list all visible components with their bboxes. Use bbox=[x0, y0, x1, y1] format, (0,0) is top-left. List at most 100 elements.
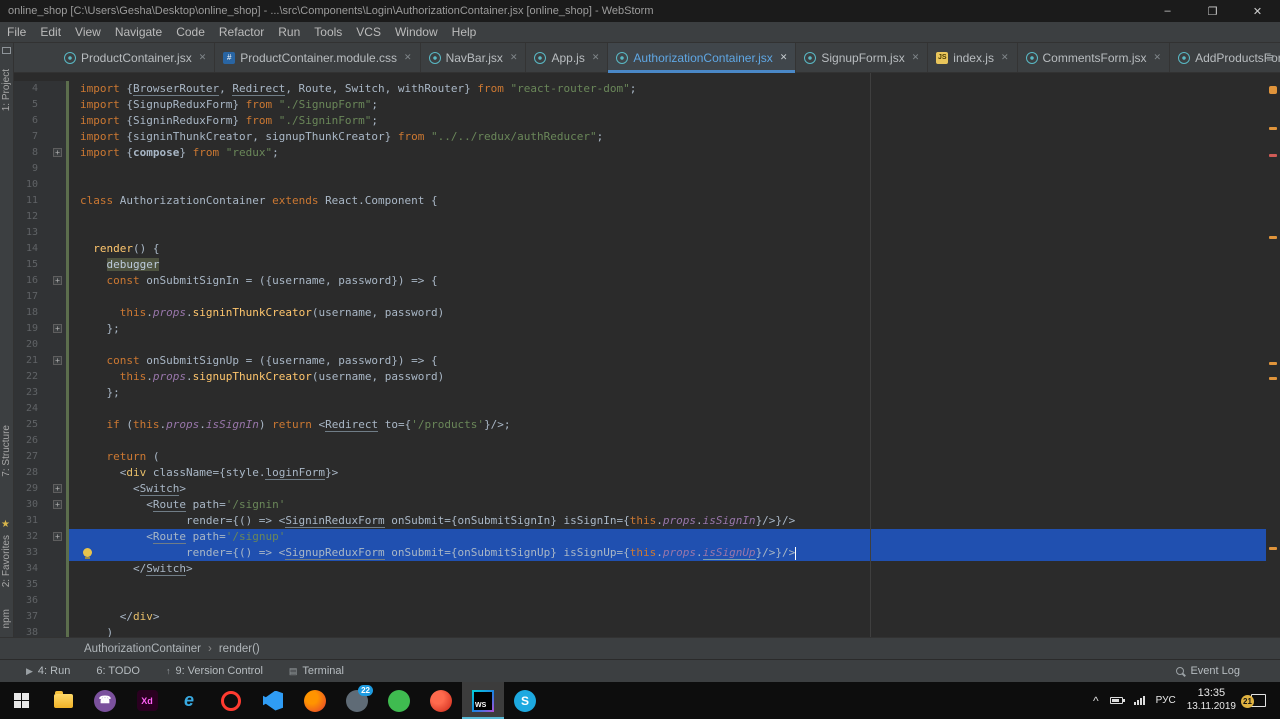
code-line-17[interactable]: 17 bbox=[14, 289, 1280, 305]
tab-close-icon[interactable]: ✕ bbox=[1154, 52, 1162, 63]
code-line-10[interactable]: 10 bbox=[14, 177, 1280, 193]
line-number[interactable]: 12 bbox=[14, 209, 38, 225]
taskbar-skype[interactable]: S bbox=[504, 682, 546, 719]
fold-icon[interactable]: + bbox=[53, 356, 62, 365]
tab-CommentsForm.jsx[interactable]: CommentsForm.jsx ✕ bbox=[1018, 43, 1171, 72]
breadcrumb-method[interactable]: render() bbox=[219, 643, 260, 655]
window-close-button[interactable]: ✕ bbox=[1235, 0, 1280, 22]
line-number[interactable]: 6 bbox=[14, 113, 38, 129]
line-number[interactable]: 26 bbox=[14, 433, 38, 449]
tab-ProductContainer.module.css[interactable]: # ProductContainer.module.css ✕ bbox=[215, 43, 421, 72]
more-tabs-icon[interactable]: ≡ bbox=[1266, 50, 1274, 65]
toolwindow-button-run[interactable]: ▶ 4: Run bbox=[26, 665, 70, 677]
code-line-20[interactable]: 20 bbox=[14, 337, 1280, 353]
fold-icon[interactable]: + bbox=[53, 484, 62, 493]
code-line-26[interactable]: 26 bbox=[14, 433, 1280, 449]
line-number[interactable]: 31 bbox=[14, 513, 38, 529]
menu-edit[interactable]: Edit bbox=[33, 22, 68, 42]
error-stripe-mark-4[interactable] bbox=[1269, 377, 1277, 380]
code-line-32[interactable]: 32 + <Route path='/signup' bbox=[14, 529, 1280, 545]
network-icon[interactable] bbox=[1133, 696, 1145, 705]
line-number[interactable]: 36 bbox=[14, 593, 38, 609]
line-number[interactable]: 28 bbox=[14, 465, 38, 481]
fold-icon[interactable]: + bbox=[53, 500, 62, 509]
tab-close-icon[interactable]: ✕ bbox=[404, 52, 412, 63]
menu-vcs[interactable]: VCS bbox=[349, 22, 388, 42]
line-number[interactable]: 38 bbox=[14, 625, 38, 637]
tab-close-icon[interactable]: ✕ bbox=[510, 52, 518, 63]
line-number[interactable]: 30 bbox=[14, 497, 38, 513]
code-line-7[interactable]: 7 import {signinThunkCreator, signupThunk… bbox=[14, 129, 1280, 145]
event-log-button[interactable]: Event Log bbox=[1176, 665, 1240, 677]
menu-help[interactable]: Help bbox=[445, 22, 484, 42]
editor[interactable]: 4 import {BrowserRouter, Redirect, Route,… bbox=[14, 73, 1280, 637]
file-status-indicator[interactable] bbox=[1269, 86, 1277, 94]
code-line-35[interactable]: 35 bbox=[14, 577, 1280, 593]
code-line-38[interactable]: 38 ) bbox=[14, 625, 1280, 637]
code-line-31[interactable]: 31 render={() => <SigninReduxForm onSubm… bbox=[14, 513, 1280, 529]
tab-NavBar.jsx[interactable]: NavBar.jsx ✕ bbox=[421, 43, 527, 72]
language-indicator[interactable]: РУС bbox=[1156, 695, 1176, 706]
line-number[interactable]: 18 bbox=[14, 305, 38, 321]
tab-close-icon[interactable]: ✕ bbox=[199, 52, 207, 63]
line-number[interactable]: 24 bbox=[14, 401, 38, 417]
toolwindow-button-todo[interactable]: 6: TODO bbox=[96, 665, 140, 677]
menu-window[interactable]: Window bbox=[388, 22, 445, 42]
toolwindow-npm-button[interactable]: npm bbox=[1, 609, 12, 628]
line-number[interactable]: 15 bbox=[14, 257, 38, 273]
code-line-16[interactable]: 16 + const onSubmitSignIn = ({username, p… bbox=[14, 273, 1280, 289]
code-line-24[interactable]: 24 bbox=[14, 401, 1280, 417]
error-stripe-mark-5[interactable] bbox=[1269, 547, 1277, 550]
line-number[interactable]: 16 bbox=[14, 273, 38, 289]
code-line-37[interactable]: 37 </div> bbox=[14, 609, 1280, 625]
taskbar-messenger[interactable]: 22 bbox=[336, 682, 378, 719]
fold-icon[interactable]: + bbox=[53, 324, 62, 333]
code-line-22[interactable]: 22 this.props.signupThunkCreator(usernam… bbox=[14, 369, 1280, 385]
code-line-14[interactable]: 14 render() { bbox=[14, 241, 1280, 257]
fold-icon[interactable]: + bbox=[53, 532, 62, 541]
code-line-33[interactable]: 33 render={() => <SignupReduxForm onSubm… bbox=[14, 545, 1280, 561]
code-line-13[interactable]: 13 bbox=[14, 225, 1280, 241]
line-number[interactable]: 22 bbox=[14, 369, 38, 385]
toolwindow-button-terminal[interactable]: ▤ Terminal bbox=[289, 665, 344, 677]
line-number[interactable]: 23 bbox=[14, 385, 38, 401]
battery-icon[interactable] bbox=[1109, 697, 1125, 704]
tab-AuthorizationContainer.jsx[interactable]: AuthorizationContainer.jsx ✕ bbox=[608, 43, 797, 73]
action-center-icon[interactable]: 21 bbox=[1241, 694, 1266, 708]
error-stripe-mark-0[interactable] bbox=[1269, 127, 1277, 130]
tab-close-icon[interactable]: ✕ bbox=[912, 52, 920, 63]
tab-close-icon[interactable]: ✕ bbox=[780, 52, 788, 63]
tab-ProductContainer.jsx[interactable]: ProductContainer.jsx ✕ bbox=[56, 43, 216, 72]
line-number[interactable]: 10 bbox=[14, 177, 38, 193]
tab-close-icon[interactable]: ✕ bbox=[1001, 52, 1009, 63]
error-stripe-mark-2[interactable] bbox=[1269, 236, 1277, 239]
code-line-18[interactable]: 18 this.props.signinThunkCreator(usernam… bbox=[14, 305, 1280, 321]
code-line-15[interactable]: 15 debugger bbox=[14, 257, 1280, 273]
error-stripe-mark-1[interactable] bbox=[1269, 154, 1277, 157]
code-line-12[interactable]: 12 bbox=[14, 209, 1280, 225]
taskbar-clock[interactable]: 13:35 13.11.2019 bbox=[1187, 687, 1236, 713]
line-number[interactable]: 8 bbox=[14, 145, 38, 161]
line-number[interactable]: 19 bbox=[14, 321, 38, 337]
code-line-11[interactable]: 11 class AuthorizationContainer extends R… bbox=[14, 193, 1280, 209]
line-number[interactable]: 17 bbox=[14, 289, 38, 305]
line-number[interactable]: 29 bbox=[14, 481, 38, 497]
tab-close-icon[interactable]: ✕ bbox=[592, 52, 600, 63]
code-line-29[interactable]: 29 + <Switch> bbox=[14, 481, 1280, 497]
fold-icon[interactable]: + bbox=[53, 148, 62, 157]
code-line-30[interactable]: 30 + <Route path='/signin' bbox=[14, 497, 1280, 513]
line-number[interactable]: 7 bbox=[14, 129, 38, 145]
code-line-21[interactable]: 21 + const onSubmitSignUp = ({username, p… bbox=[14, 353, 1280, 369]
menu-view[interactable]: View bbox=[68, 22, 108, 42]
line-number[interactable]: 34 bbox=[14, 561, 38, 577]
code-line-28[interactable]: 28 <div className={style.loginForm}> bbox=[14, 465, 1280, 481]
line-number[interactable]: 35 bbox=[14, 577, 38, 593]
taskbar-firefox[interactable] bbox=[294, 682, 336, 719]
menu-file[interactable]: File bbox=[0, 22, 33, 42]
taskbar-whatsapp[interactable] bbox=[378, 682, 420, 719]
toolwindow-project-button[interactable]: 1: Project bbox=[1, 69, 12, 111]
error-stripe-mark-3[interactable] bbox=[1269, 362, 1277, 365]
tab-index.js[interactable]: JS index.js ✕ bbox=[928, 43, 1018, 72]
menu-refactor[interactable]: Refactor bbox=[212, 22, 271, 42]
taskbar-opera[interactable] bbox=[210, 682, 252, 719]
